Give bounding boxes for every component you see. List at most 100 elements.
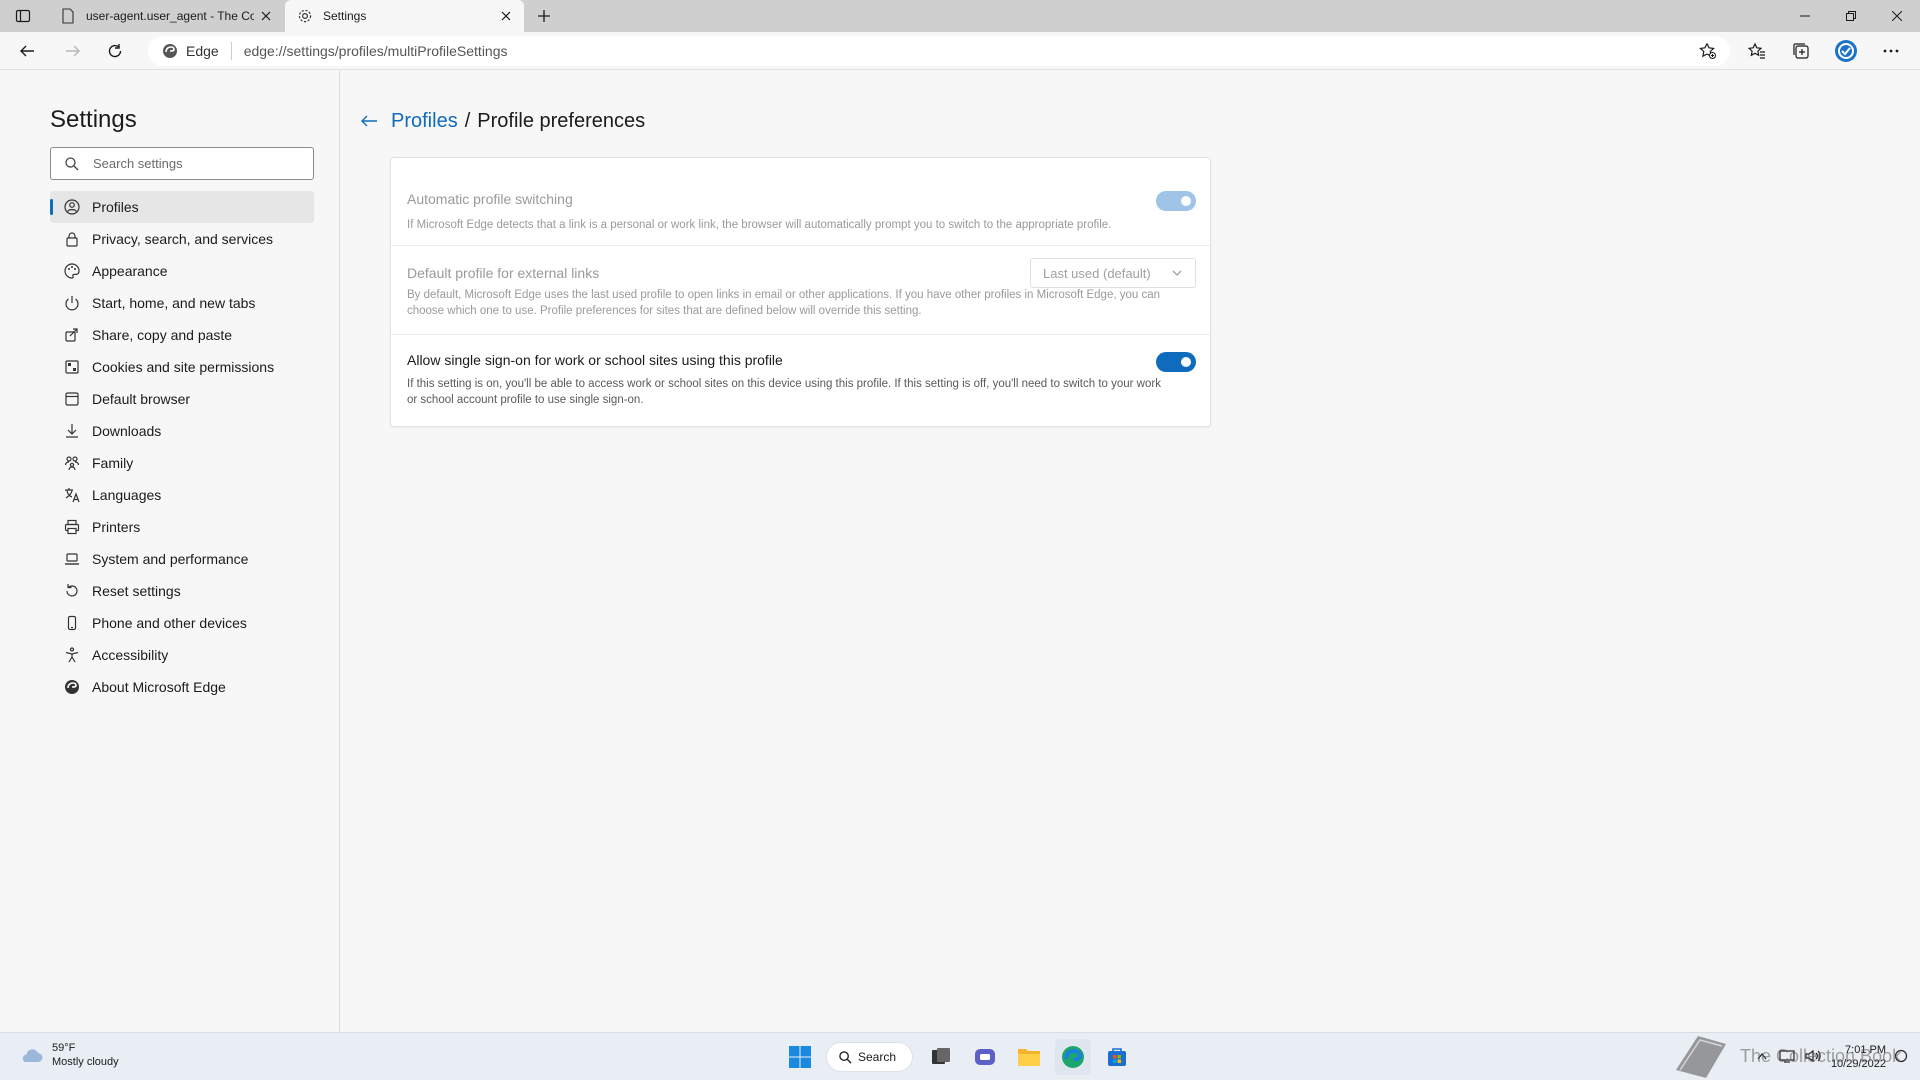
sidebar-item-appearance[interactable]: Appearance xyxy=(50,255,314,287)
cloud-icon xyxy=(22,1049,43,1062)
download-icon xyxy=(62,421,82,441)
sidebar-item-label: Family xyxy=(92,455,134,471)
site-label: Edge xyxy=(186,43,219,59)
sidebar-title: Settings xyxy=(50,106,137,133)
taskbar-search-label: Search xyxy=(858,1050,897,1064)
add-favorite-icon[interactable] xyxy=(1698,41,1718,61)
breadcrumb: Profiles / Profile preferences xyxy=(357,109,645,133)
sidebar-item-label: Languages xyxy=(92,487,162,503)
sidebar-item-label: Profiles xyxy=(92,199,139,215)
teams-chat-icon[interactable] xyxy=(967,1039,1003,1075)
sidebar-item-share[interactable]: Share, copy and paste xyxy=(50,319,314,351)
sidebar-item-reset[interactable]: Reset settings xyxy=(50,575,314,607)
page-title: Profile preferences xyxy=(477,109,646,132)
profile-avatar[interactable] xyxy=(1831,36,1861,66)
family-icon xyxy=(62,453,82,473)
sidebar-item-system[interactable]: System and performance xyxy=(50,543,314,575)
accessibility-icon xyxy=(62,645,82,665)
address-toolbar: Edge edge://settings/profiles/multiProfi… xyxy=(0,32,1920,70)
file-explorer-icon[interactable] xyxy=(1011,1039,1047,1075)
site-identity[interactable]: Edge xyxy=(148,42,232,60)
automatic-switching-toggle[interactable] xyxy=(1156,191,1196,211)
lock-icon xyxy=(62,229,82,249)
search-placeholder: Search settings xyxy=(93,156,183,171)
tab-title: user-agent.user_agent - The Coll xyxy=(86,9,254,23)
windows-start-icon[interactable] xyxy=(782,1039,818,1075)
tab-user-agent[interactable]: user-agent.user_agent - The Coll xyxy=(48,0,284,32)
new-tab-icon[interactable] xyxy=(532,4,556,28)
reset-icon xyxy=(62,581,82,601)
sidebar-item-profiles[interactable]: Profiles xyxy=(50,191,314,223)
taskbar-search[interactable]: Search xyxy=(826,1042,914,1072)
breadcrumb-profiles-link[interactable]: Profiles xyxy=(391,110,458,133)
sidebar-item-family[interactable]: Family xyxy=(50,447,314,479)
taskbar-center: Search xyxy=(782,1039,1143,1075)
tab-actions-icon[interactable] xyxy=(12,6,34,26)
back-arrow-icon[interactable] xyxy=(357,109,381,133)
address-bar[interactable]: Edge edge://settings/profiles/multiProfi… xyxy=(148,36,1730,66)
gear-icon xyxy=(297,8,313,24)
watermark-text: The Collection Book xyxy=(1740,1046,1902,1066)
favorites-icon[interactable] xyxy=(1742,36,1772,66)
sidebar-item-phone[interactable]: Phone and other devices xyxy=(50,607,314,639)
setting-title: Default profile for external links xyxy=(407,265,600,281)
sidebar-item-label: Printers xyxy=(92,519,141,535)
tab-settings[interactable]: Settings xyxy=(285,0,524,32)
close-tab-icon[interactable] xyxy=(494,4,518,28)
sidebar-item-languages[interactable]: Languages xyxy=(50,479,314,511)
sidebar-item-label: Cookies and site permissions xyxy=(92,359,275,375)
share-icon xyxy=(62,325,82,345)
close-window-icon[interactable] xyxy=(1874,0,1920,32)
sidebar-item-label: Phone and other devices xyxy=(92,615,247,631)
settings-card: Automatic profile switching If Microsoft… xyxy=(390,157,1211,427)
sidebar-item-printers[interactable]: Printers xyxy=(50,511,314,543)
sidebar-item-label: Downloads xyxy=(92,423,162,439)
settings-nav: Profiles Privacy, search, and services A… xyxy=(50,191,314,703)
refresh-icon[interactable] xyxy=(100,36,130,66)
single-sign-on-toggle[interactable] xyxy=(1156,352,1196,372)
sidebar-item-start-home[interactable]: Start, home, and new tabs xyxy=(50,287,314,319)
browser-icon xyxy=(62,389,82,409)
settings-sidebar: Settings Search settings Profiles Privac… xyxy=(0,71,340,1032)
sidebar-item-cookies[interactable]: Cookies and site permissions xyxy=(50,351,314,383)
sidebar-item-accessibility[interactable]: Accessibility xyxy=(50,639,314,671)
task-view-icon[interactable] xyxy=(923,1039,959,1075)
minimize-icon[interactable] xyxy=(1782,0,1828,32)
setting-automatic-profile-switching: Automatic profile switching If Microsoft… xyxy=(391,158,1210,246)
default-profile-select[interactable]: Last used (default) xyxy=(1030,258,1196,288)
search-icon xyxy=(839,1050,852,1064)
weather-desc: Mostly cloudy xyxy=(52,1056,119,1068)
setting-title: Automatic profile switching xyxy=(407,191,573,207)
profile-icon xyxy=(62,197,82,217)
forward-icon[interactable] xyxy=(58,36,88,66)
collections-icon[interactable] xyxy=(1786,36,1816,66)
laptop-icon xyxy=(62,549,82,569)
sidebar-item-label: Accessibility xyxy=(92,647,169,663)
sidebar-item-about[interactable]: About Microsoft Edge xyxy=(50,671,314,703)
close-tab-icon[interactable] xyxy=(254,4,278,28)
search-input[interactable]: Search settings xyxy=(50,147,314,180)
tab-title: Settings xyxy=(323,9,367,23)
search-icon xyxy=(65,156,79,171)
sidebar-item-default-browser[interactable]: Default browser xyxy=(50,383,314,415)
tab-strip: user-agent.user_agent - The Coll Setting… xyxy=(0,0,1920,32)
setting-description: If this setting is on, you'll be able to… xyxy=(407,378,1161,406)
main-content: Profiles / Profile preferences Automatic… xyxy=(341,71,1920,1032)
edge-icon xyxy=(62,677,82,697)
more-icon[interactable] xyxy=(1876,36,1906,66)
weather-widget[interactable]: 59°F Mostly cloudy xyxy=(18,1041,119,1069)
power-icon xyxy=(62,293,82,313)
edge-taskbar-icon[interactable] xyxy=(1055,1039,1092,1075)
edge-icon xyxy=(163,44,177,58)
taskbar: 59°F Mostly cloudy Search 7:01 PM 10/29/… xyxy=(0,1032,1920,1080)
appearance-icon xyxy=(62,261,82,281)
sidebar-item-label: Share, copy and paste xyxy=(92,327,233,343)
store-icon[interactable] xyxy=(1099,1039,1135,1075)
restore-icon[interactable] xyxy=(1828,0,1874,32)
back-icon[interactable] xyxy=(12,36,42,66)
weather-temp: 59°F xyxy=(52,1042,76,1054)
url-text[interactable]: edge://settings/profiles/multiProfileSet… xyxy=(232,43,508,59)
setting-default-profile-external-links: Default profile for external links By de… xyxy=(391,246,1210,335)
sidebar-item-downloads[interactable]: Downloads xyxy=(50,415,314,447)
sidebar-item-privacy[interactable]: Privacy, search, and services xyxy=(50,223,314,255)
